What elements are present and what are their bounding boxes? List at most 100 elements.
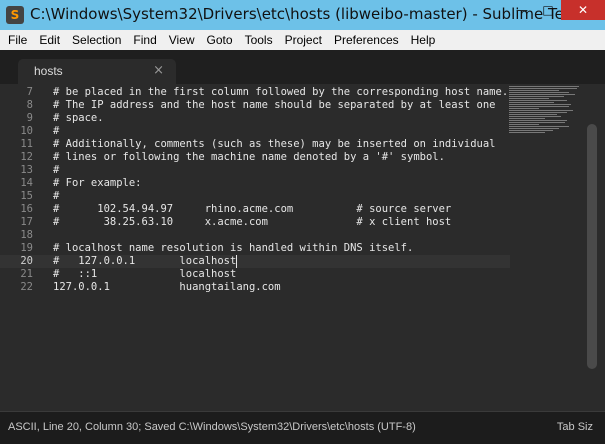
minimap-line bbox=[509, 86, 579, 87]
code-line: 13 # bbox=[0, 164, 510, 177]
minimize-button[interactable]: — bbox=[509, 0, 535, 20]
text-cursor bbox=[236, 255, 237, 268]
line-text: # localhost name resolution is handled w… bbox=[53, 242, 414, 254]
minimap-line bbox=[509, 94, 575, 95]
minimize-icon: — bbox=[516, 3, 528, 17]
scrollbar-thumb[interactable] bbox=[587, 124, 597, 369]
tab-size-indicator[interactable]: Tab Siz bbox=[557, 421, 593, 433]
line-text: # Additionally, comments (such as these)… bbox=[53, 138, 496, 150]
code-line: 16 # 102.54.94.97 rhino.acme.com # source… bbox=[0, 203, 510, 216]
tab-close-icon[interactable]: × bbox=[153, 63, 164, 78]
tab-label: hosts bbox=[34, 64, 63, 78]
code-line: 12 # lines or following the machine name … bbox=[0, 151, 510, 164]
line-number: 8 bbox=[26, 99, 33, 111]
minimap-line bbox=[509, 116, 561, 117]
code-line: 19 # localhost name resolution is handled… bbox=[0, 242, 510, 255]
line-number: 10 bbox=[20, 125, 33, 137]
code-line: 21 # ::1 localhost bbox=[0, 268, 510, 281]
code-line: 18 bbox=[0, 229, 510, 242]
minimap-line bbox=[509, 130, 553, 131]
close-button[interactable]: ✕ bbox=[561, 0, 605, 20]
line-number: 17 bbox=[20, 216, 33, 228]
minimap-line bbox=[509, 110, 573, 111]
menu-tools[interactable]: Tools bbox=[239, 33, 279, 47]
code-line: 11 # Additionally, comments (such as thes… bbox=[0, 138, 510, 151]
line-text: # 38.25.63.10 x.acme.com # x client host bbox=[53, 216, 452, 228]
code-editor[interactable]: 7 # be placed in the first column followe… bbox=[0, 84, 605, 411]
tab-hosts[interactable]: hosts × bbox=[18, 59, 176, 84]
window-controls: — □ ✕ bbox=[509, 0, 605, 20]
minimap-line bbox=[509, 102, 554, 103]
title-bar[interactable]: S C:\Windows\System32\Drivers\etc\hosts … bbox=[0, 0, 605, 30]
sublime-app-icon: S bbox=[6, 6, 24, 24]
menu-preferences[interactable]: Preferences bbox=[328, 33, 405, 47]
line-number: 15 bbox=[20, 190, 33, 202]
line-text: # bbox=[53, 164, 60, 176]
minimap[interactable] bbox=[507, 84, 583, 134]
code-line: 9 # space. bbox=[0, 112, 510, 125]
code-line: 7 # be placed in the first column followe… bbox=[0, 86, 510, 99]
line-text: # 102.54.94.97 rhino.acme.com # source s… bbox=[53, 203, 452, 215]
minimap-line bbox=[509, 90, 559, 91]
line-number: 13 bbox=[20, 164, 33, 176]
code-line: 17 # 38.25.63.10 x.acme.com # x client ho… bbox=[0, 216, 510, 229]
line-number: 16 bbox=[20, 203, 33, 215]
line-number: 7 bbox=[26, 86, 33, 98]
menu-bar: File Edit Selection Find View Goto Tools Projec… bbox=[0, 30, 605, 50]
close-icon: ✕ bbox=[577, 3, 589, 17]
tab-bar: hosts × bbox=[0, 50, 605, 84]
line-text: # The IP address and the host name shoul… bbox=[53, 99, 496, 111]
line-number: 14 bbox=[20, 177, 33, 189]
code-line: 15 # bbox=[0, 190, 510, 203]
minimap-line bbox=[509, 106, 569, 107]
line-text: # 127.0.0.1 localhost bbox=[53, 255, 237, 267]
line-text: # ::1 localhost bbox=[53, 268, 237, 280]
status-text: ASCII, Line 20, Column 30; Saved C:\Wind… bbox=[8, 421, 416, 433]
minimap-line bbox=[509, 108, 539, 109]
vertical-scrollbar[interactable] bbox=[583, 84, 605, 411]
menu-goto[interactable]: Goto bbox=[201, 33, 239, 47]
line-number: 21 bbox=[20, 268, 33, 280]
menu-edit[interactable]: Edit bbox=[33, 33, 66, 47]
code-line: 14 # For example: bbox=[0, 177, 510, 190]
menu-find[interactable]: Find bbox=[127, 33, 162, 47]
status-bar: ASCII, Line 20, Column 30; Saved C:\Wind… bbox=[0, 411, 605, 444]
line-number: 19 bbox=[20, 242, 33, 254]
code-line: 10 # bbox=[0, 125, 510, 138]
line-number: 12 bbox=[20, 151, 33, 163]
menu-project[interactable]: Project bbox=[279, 33, 328, 47]
minimap-line bbox=[509, 128, 559, 129]
menu-view[interactable]: View bbox=[163, 33, 201, 47]
line-number: 11 bbox=[20, 138, 33, 150]
minimap-line bbox=[509, 120, 567, 121]
maximize-button[interactable]: □ bbox=[535, 0, 561, 20]
minimap-line bbox=[509, 92, 569, 93]
maximize-icon: □ bbox=[542, 3, 554, 17]
line-number: 9 bbox=[26, 112, 33, 124]
line-number: 22 bbox=[20, 281, 33, 293]
menu-selection[interactable]: Selection bbox=[66, 33, 127, 47]
minimap-line bbox=[509, 118, 545, 119]
line-text: # lines or following the machine name de… bbox=[53, 151, 445, 163]
line-text: # bbox=[53, 125, 60, 137]
line-text: # space. bbox=[53, 112, 104, 124]
code-line: 8 # The IP address and the host name shou… bbox=[0, 99, 510, 112]
minimap-line bbox=[509, 100, 567, 101]
minimap-line bbox=[509, 132, 545, 133]
minimap-line bbox=[509, 98, 549, 99]
minimap-line bbox=[509, 104, 571, 105]
menu-help[interactable]: Help bbox=[405, 33, 442, 47]
minimap-line bbox=[509, 126, 569, 127]
minimap-line bbox=[509, 112, 567, 113]
line-number: 20 bbox=[20, 255, 33, 267]
minimap-line bbox=[509, 88, 577, 89]
code-line: 20 # 127.0.0.1 localhost bbox=[0, 255, 510, 268]
line-text: # bbox=[53, 190, 60, 202]
minimap-line bbox=[509, 124, 539, 125]
minimap-line bbox=[509, 122, 565, 123]
line-text: # be placed in the first column followed… bbox=[53, 86, 509, 98]
line-number: 18 bbox=[20, 229, 33, 241]
menu-file[interactable]: File bbox=[0, 33, 33, 47]
minimap-line bbox=[509, 114, 557, 115]
minimap-line bbox=[509, 96, 564, 97]
